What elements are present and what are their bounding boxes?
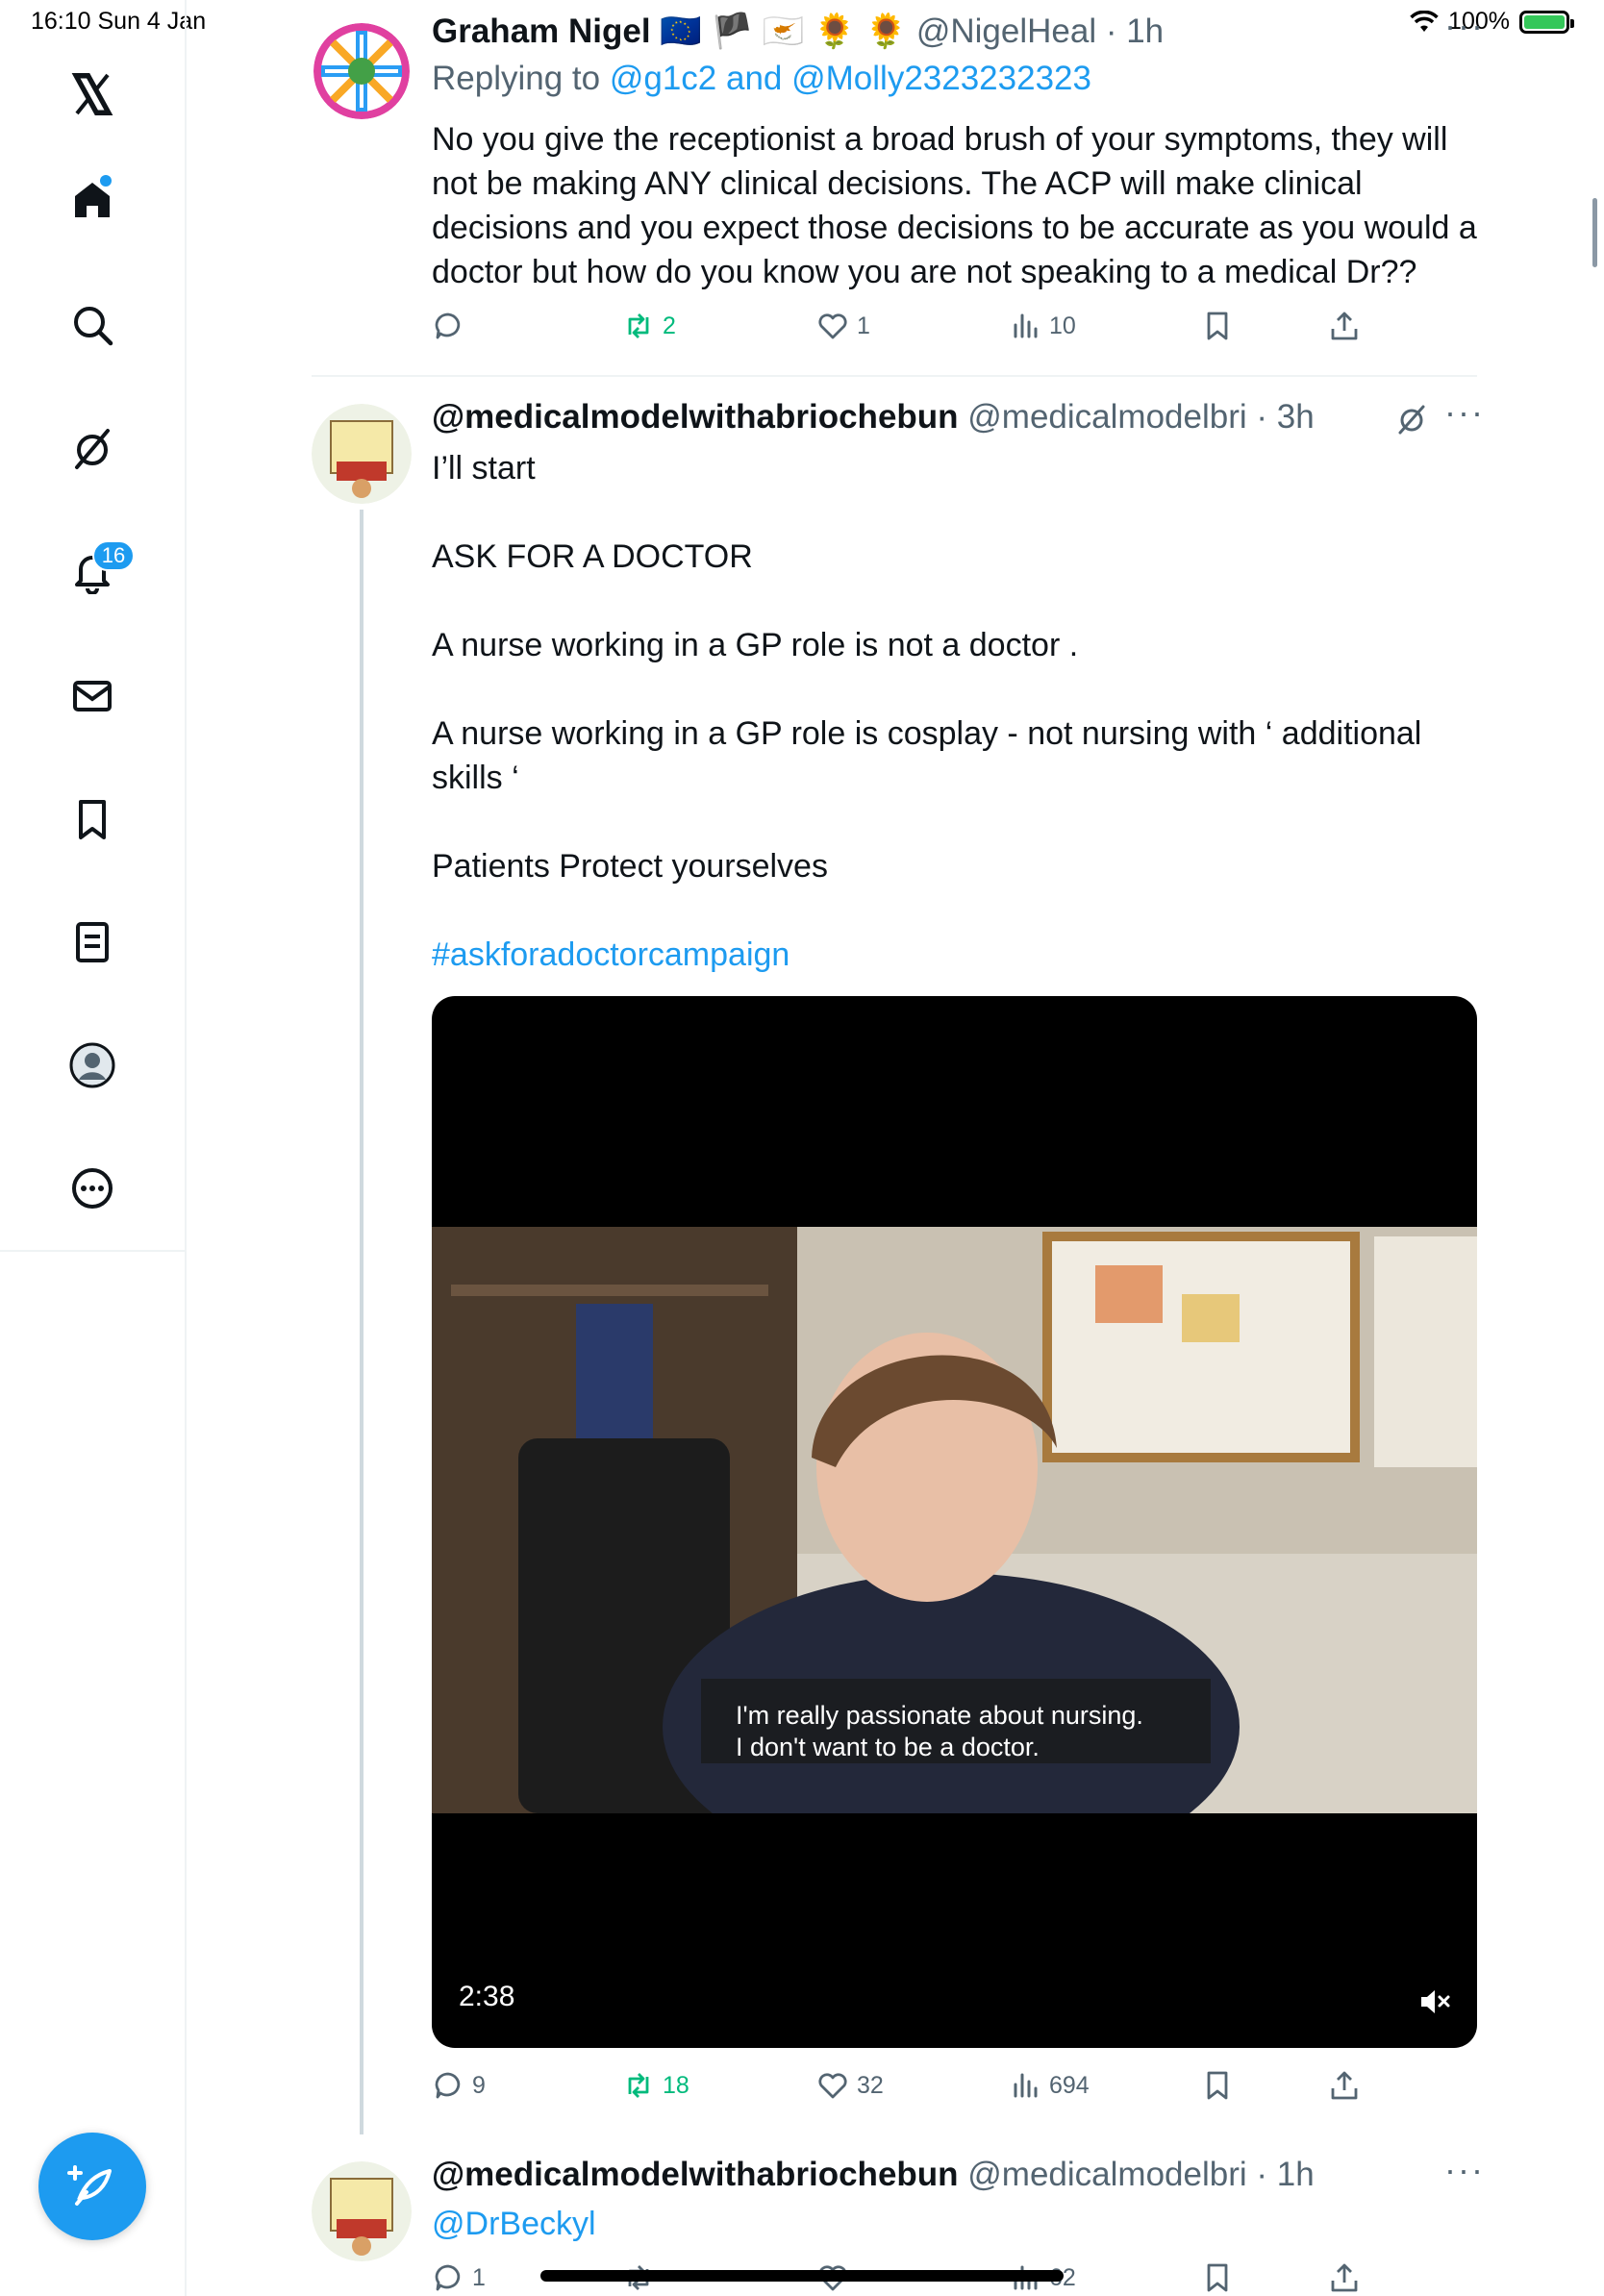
tweet-text-line: A nurse working in a GP role is cosplay … [432, 715, 1422, 796]
tweet-header: @medicalmodelwithabriochebun @medicalmod… [432, 2156, 1315, 2194]
author-name[interactable]: Graham Nigel [432, 12, 651, 50]
mention-link[interactable]: @DrBeckyl [432, 2202, 596, 2246]
bookmark-icon [1207, 2263, 1228, 2292]
share-icon [1331, 2071, 1358, 2100]
battery-icon [1519, 10, 1574, 34]
search-icon[interactable] [67, 300, 117, 350]
home-indicator-bar[interactable] [540, 2270, 1064, 2282]
retweet-count: 18 [663, 2071, 689, 2099]
tweet-actions: 2 1 10 [432, 310, 1480, 342]
more-options-icon[interactable] [67, 1163, 117, 1213]
reply-icon [435, 2072, 461, 2099]
replying-to-handles[interactable]: @g1c2 and @Molly2323232323 [610, 60, 1091, 97]
bookmark-button[interactable] [1201, 2069, 1328, 2102]
like-count: 32 [857, 2071, 884, 2099]
author-name[interactable]: @medicalmodelwithabriochebun [432, 2156, 959, 2193]
tweet-text-line: Patients Protect yourselves [432, 848, 828, 885]
grok-icon[interactable] [67, 423, 117, 473]
notifications-badge: 16 [92, 540, 135, 571]
share-button[interactable] [1328, 2261, 1361, 2294]
video-duration: 2:38 [459, 1981, 515, 2012]
tweet-text: No you give the receptionist a broad bru… [432, 121, 1477, 290]
tweet-header: Graham Nigel 🇪🇺 🏴 🇨🇾 🌻 🌻 @NigelHeal · 1h [432, 12, 1164, 51]
author-handle-time[interactable]: @NigelHeal · 1h [916, 12, 1164, 50]
reply-count: 9 [472, 2071, 486, 2099]
reply-icon [435, 312, 461, 339]
share-button[interactable] [1328, 310, 1361, 342]
hashtag-link[interactable]: #askforadoctorcampaign [432, 933, 789, 977]
heart-icon [818, 2073, 847, 2099]
profile-avatar-icon[interactable] [67, 1040, 117, 1090]
views-button[interactable]: 10 [1009, 310, 1201, 342]
subtitle-line: I don't want to be a doctor. [736, 1733, 1040, 1761]
home-unread-dot [100, 175, 112, 187]
tweet-text-line: I’ll start [432, 450, 536, 487]
author-avatar[interactable] [312, 2161, 412, 2261]
views-count: 694 [1049, 2071, 1090, 2099]
tweet-more-icon[interactable]: ··· [1444, 6, 1485, 46]
video-player[interactable]: I'm really passionate about nursing. I d… [432, 996, 1477, 2048]
retweet-button[interactable]: 18 [622, 2069, 816, 2102]
mute-speaker-icon[interactable] [1417, 1984, 1452, 2019]
lists-icon[interactable] [67, 917, 117, 967]
retweet-icon [628, 313, 649, 338]
tweet-more-icon[interactable]: ··· [1444, 2150, 1485, 2190]
sidebar-divider [185, 1250, 187, 2296]
bookmark-icon [1207, 312, 1228, 340]
thread-connector-line [360, 510, 363, 2134]
author-avatar[interactable] [313, 23, 410, 119]
reply-icon [435, 2264, 461, 2291]
reply-count: 1 [472, 2263, 486, 2291]
author-handle-time[interactable]: @medicalmodelbri · 1h [967, 2156, 1314, 2193]
messages-envelope-icon[interactable] [67, 671, 117, 721]
video-subtitles: I'm really passionate about nursing. I d… [736, 1700, 1197, 1763]
retweet-button[interactable]: 2 [622, 310, 816, 342]
tweet-text-line: A nurse working in a GP role is not a do… [432, 627, 1079, 663]
share-button[interactable] [1328, 2069, 1361, 2102]
heart-icon [818, 313, 847, 339]
tweet-divider [312, 375, 1477, 377]
reply-button[interactable]: 9 [432, 2069, 622, 2102]
bookmarks-icon[interactable] [67, 794, 117, 844]
bookmark-button[interactable] [1201, 310, 1328, 342]
author-handle-time[interactable]: @medicalmodelbri · 3h [967, 398, 1314, 436]
tweet-text-line: ASK FOR A DOCTOR [432, 538, 753, 575]
author-name[interactable]: @medicalmodelwithabriochebun [432, 398, 959, 436]
author-flags: 🇪🇺 🏴 🇨🇾 🌻 🌻 [660, 12, 908, 50]
reply-button[interactable] [432, 310, 622, 342]
replying-to: Replying to @g1c2 and @Molly2323232323 [432, 60, 1091, 98]
x-logo-icon[interactable] [67, 69, 117, 119]
bookmark-button[interactable] [1201, 2261, 1328, 2294]
share-icon [1331, 2263, 1358, 2292]
bookmark-icon [1207, 2071, 1228, 2100]
scroll-indicator[interactable] [1592, 198, 1597, 267]
author-avatar[interactable] [312, 404, 412, 504]
tweet-header: @medicalmodelwithabriochebun @medicalmod… [432, 398, 1315, 437]
like-button[interactable]: 1 [816, 310, 1009, 342]
compose-feather-icon [67, 2165, 112, 2206]
battery-level-fill [1524, 14, 1565, 29]
like-count: 1 [857, 312, 870, 339]
like-button[interactable]: 32 [816, 2069, 1009, 2102]
retweet-icon [628, 2073, 649, 2098]
replying-to-prefix: Replying to [432, 60, 601, 97]
views-button[interactable]: 694 [1009, 2069, 1201, 2102]
compose-post-button[interactable] [38, 2133, 146, 2240]
share-icon [1331, 312, 1358, 340]
status-indicators: 100% [1410, 8, 1574, 36]
tweet-more-icon[interactable]: ··· [1444, 392, 1485, 433]
tweet-actions: 9 18 32 694 [432, 2069, 1480, 2102]
subtitle-line: I'm really passionate about nursing. [736, 1701, 1143, 1730]
views-chart-icon [1014, 2073, 1038, 2098]
views-count: 10 [1049, 312, 1076, 339]
wifi-icon [1410, 10, 1439, 32]
retweet-count: 2 [663, 312, 676, 339]
grok-explain-icon[interactable] [1394, 402, 1429, 437]
views-chart-icon [1014, 313, 1038, 338]
